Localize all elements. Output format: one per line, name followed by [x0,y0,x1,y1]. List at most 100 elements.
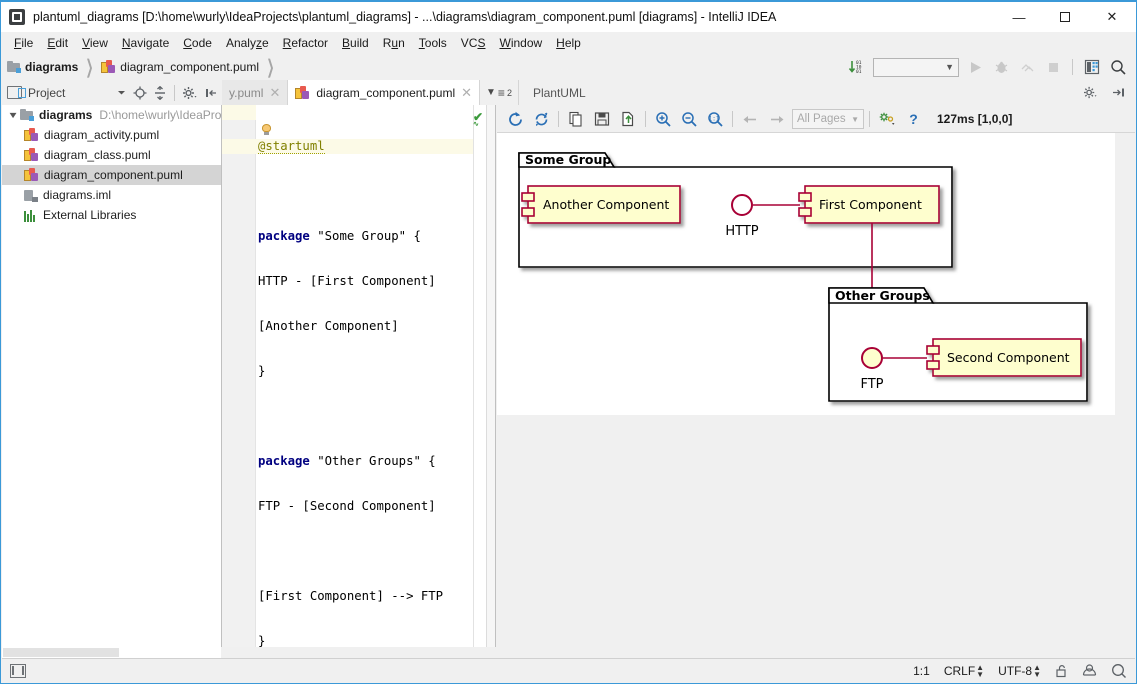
caret-position[interactable]: 1:1 [913,664,930,678]
run-icon[interactable] [965,57,985,77]
collapse-all-icon[interactable] [151,83,169,103]
close-button[interactable]: ✕ [1088,2,1136,32]
sort-numeric-icon[interactable]: 01 10 01 [847,57,867,77]
interface-ftp-circle[interactable] [861,347,883,369]
editor-code-area[interactable]: @startuml package "Some Group" { HTTP - … [222,109,495,647]
tree-node-diagrams[interactable]: ▼ diagrams D:\home\wurly\IdeaPro [2,105,221,125]
menu-help[interactable]: Help [549,34,588,52]
menu-navigate[interactable]: Navigate [115,34,176,52]
plantuml-preview[interactable]: Some Group Another Component HTTP First … [497,133,1115,415]
menu-run[interactable]: Run [376,34,412,52]
code-line-3: HTTP - [First Component] [258,274,436,288]
breadcrumb-label-0: diagrams [25,60,79,74]
collapse-dropdown-icon[interactable] [113,83,129,103]
project-toolwindow-header: Project [1,80,222,105]
menu-analyze[interactable]: Analyze [219,34,276,52]
module-folder-icon [7,61,21,73]
minimize-button[interactable]: — [996,2,1042,32]
hide-panel-icon[interactable] [1108,83,1128,103]
menu-edit[interactable]: Edit [40,34,75,52]
inspector-icon[interactable] [1082,663,1097,678]
close-tab-icon[interactable]: ✕ [269,85,280,101]
keyword-package-2: package [258,454,310,468]
code-editor[interactable]: @startuml package "Some Group" { HTTP - … [222,105,496,647]
inspection-ok-icon[interactable]: ✔ ∿ [473,110,483,128]
next-page-icon[interactable] [764,108,788,130]
settings-gear-icon[interactable] [180,83,200,103]
zoom-actual-icon[interactable]: 1:1 [703,108,727,130]
hide-icon[interactable] [202,83,222,103]
zoom-out-icon[interactable] [677,108,701,130]
menu-window[interactable]: Window [492,34,549,52]
preview-tab-label[interactable]: PlantUML [519,80,586,105]
save-icon[interactable] [590,108,614,130]
copy-icon[interactable] [564,108,588,130]
layout-icon[interactable] [1082,57,1102,77]
menu-refactor[interactable]: Refactor [276,34,335,52]
project-horizontal-scrollbar[interactable] [2,647,221,658]
tree-node-label: diagrams.iml [43,188,112,202]
breadcrumb-file[interactable]: diagram_component.puml [101,60,259,74]
navigation-bar: diagrams ❯ diagram_component.puml ❯ 01 1… [1,54,1136,80]
scrollbar-thumb[interactable] [3,648,119,657]
error-stripe[interactable]: ✔ ∿ [473,105,486,647]
editor-tab-label: y.puml [229,85,264,100]
intellij-idea-window: plantuml_diagrams [D:\home\wurly\IdeaPro… [0,0,1137,684]
code-line-7: package "Other Groups" { [258,454,436,468]
search-everywhere-icon[interactable] [1108,57,1128,77]
menu-tools[interactable]: Tools [412,34,454,52]
editor-gutter[interactable] [222,105,256,647]
breadcrumb-diagrams[interactable]: diagrams [7,60,78,74]
debug-icon[interactable] [991,57,1011,77]
toolbar-divider [1072,59,1073,75]
tree-node-external-libraries[interactable]: External Libraries [2,205,221,225]
menu-build[interactable]: Build [335,34,376,52]
status-bar-right: 1:1 CRLF ▲ ▼ UTF-8 ▲ ▼ [913,663,1127,679]
menu-code[interactable]: Code [176,34,219,52]
editor-tab-diagram-component[interactable]: diagram_component.puml ✕ [288,80,481,105]
close-tab-icon[interactable]: ✕ [461,85,472,101]
line-separator[interactable]: CRLF ▲ ▼ [944,663,984,678]
breadcrumb-separator-end: ❯ [266,55,275,78]
toggle-tool-windows-icon[interactable] [10,663,26,678]
export-icon[interactable] [616,108,640,130]
code-line-2: package "Some Group" { [258,229,421,243]
package-label-some-group: Some Group [525,152,611,167]
tree-node-label: diagram_activity.puml [44,128,160,142]
project-toolwindow-title[interactable]: Project [28,86,65,100]
prev-page-icon[interactable] [738,108,762,130]
tree-node-diagram-class[interactable]: diagram_class.puml [2,145,221,165]
auto-refresh-icon[interactable] [529,108,553,130]
code-line-0: @startuml [258,139,325,154]
editor-tab-inactive[interactable]: y.puml ✕ [222,80,289,105]
zoom-in-icon[interactable] [651,108,675,130]
menu-view[interactable]: View [75,34,115,52]
stop-icon[interactable] [1043,57,1063,77]
preview-toolbar-divider-4 [869,111,870,127]
coverage-icon[interactable] [1017,57,1037,77]
settings-icon[interactable] [875,108,899,130]
tree-node-diagram-activity[interactable]: diagram_activity.puml [2,125,221,145]
help-icon[interactable]: ? [901,108,925,130]
search-icon[interactable] [1111,663,1127,679]
settings-gear-icon[interactable] [1080,83,1100,103]
locate-icon[interactable] [131,83,149,103]
pages-selector[interactable]: All Pages ▼ [792,109,864,129]
maximize-button[interactable] [1042,2,1088,32]
run-configuration-selector[interactable]: ▼ [873,57,959,77]
svg-text:1:1: 1:1 [708,115,719,122]
refresh-icon[interactable] [503,108,527,130]
editor-vertical-scrollbar[interactable] [486,105,495,647]
tab-list-button[interactable]: ▼ ≡ 2 [480,80,519,105]
menu-file[interactable]: File [7,34,40,52]
interface-label-ftp: FTP [860,377,883,392]
tree-node-diagrams-iml[interactable]: diagrams.iml [2,185,221,205]
lock-open-icon[interactable] [1055,664,1068,678]
tree-node-diagram-component[interactable]: diagram_component.puml [2,165,221,185]
menu-vcs[interactable]: VCS [454,34,493,52]
interface-http-circle[interactable] [731,194,753,216]
component-diagram[interactable]: Some Group Another Component HTTP First … [497,133,1115,415]
encoding[interactable]: UTF-8 ▲ ▼ [998,663,1041,678]
project-view-icon [7,86,26,99]
project-tree[interactable]: ▼ diagrams D:\home\wurly\IdeaPro diagram… [2,105,222,647]
